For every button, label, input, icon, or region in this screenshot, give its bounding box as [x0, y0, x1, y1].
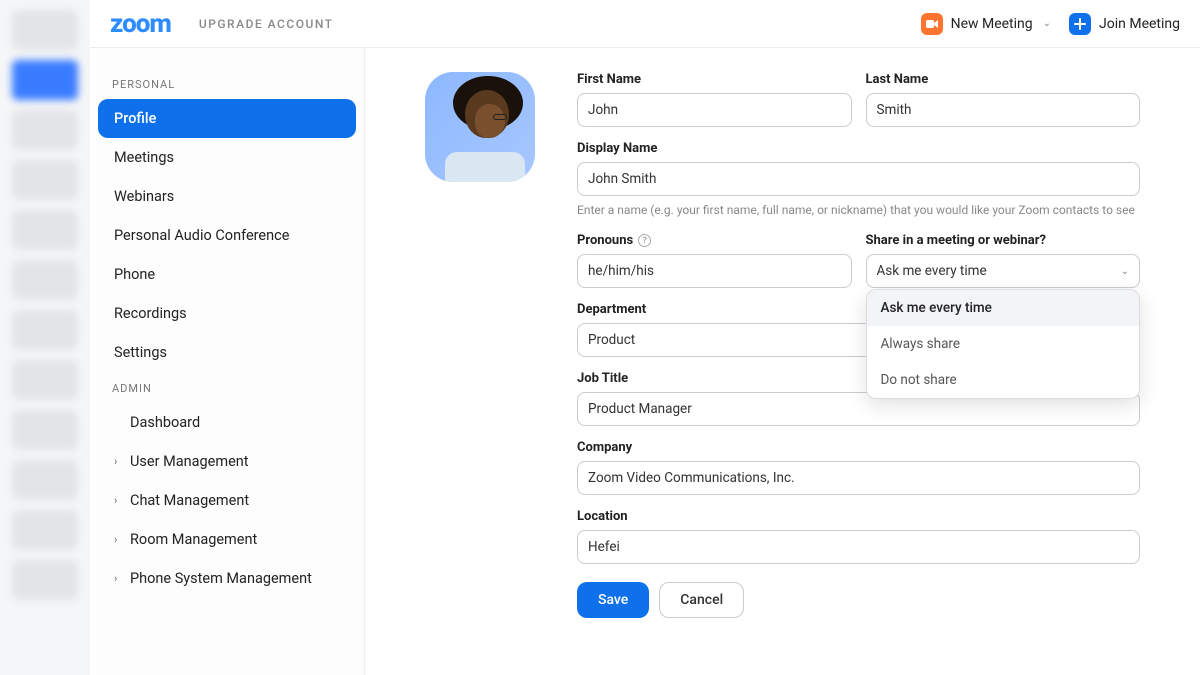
sidebar-item-phone[interactable]: Phone — [98, 255, 356, 294]
share-option-ask[interactable]: Ask me every time — [867, 290, 1140, 326]
cancel-button[interactable]: Cancel — [659, 582, 744, 618]
sidebar: PERSONAL Profile Meetings Webinars Perso… — [90, 48, 365, 675]
share-label: Share in a meeting or webinar? — [866, 233, 1141, 248]
company-label: Company — [577, 440, 1140, 455]
save-button[interactable]: Save — [577, 582, 649, 618]
share-dropdown: Ask me every time Always share Do not sh… — [866, 289, 1141, 399]
sidebar-item-personal-audio[interactable]: Personal Audio Conference — [98, 216, 356, 255]
first-name-input[interactable] — [577, 93, 852, 127]
display-name-input[interactable] — [577, 162, 1140, 196]
share-option-never[interactable]: Do not share — [867, 362, 1140, 398]
sidebar-item-settings[interactable]: Settings — [98, 333, 356, 372]
company-input[interactable] — [577, 461, 1140, 495]
new-meeting-label: New Meeting — [951, 16, 1033, 32]
chevron-down-icon: ⌄ — [1121, 266, 1129, 277]
last-name-label: Last Name — [866, 72, 1141, 87]
nav-section-personal: PERSONAL — [98, 68, 356, 99]
pronouns-input[interactable] — [577, 254, 852, 288]
sidebar-item-chat-management[interactable]: ›Chat Management — [98, 481, 356, 520]
background-blur — [0, 0, 90, 675]
avatar[interactable] — [425, 72, 535, 182]
chevron-right-icon: › — [114, 455, 124, 468]
sidebar-item-profile[interactable]: Profile — [98, 99, 356, 138]
location-input[interactable] — [577, 530, 1140, 564]
share-selected-value: Ask me every time — [877, 263, 987, 279]
sidebar-item-room-management[interactable]: ›Room Management — [98, 520, 356, 559]
sidebar-item-user-management[interactable]: ›User Management — [98, 442, 356, 481]
first-name-label: First Name — [577, 72, 852, 87]
chevron-right-icon: › — [114, 494, 124, 507]
chevron-right-icon: › — [114, 533, 124, 546]
join-meeting-button[interactable]: Join Meeting — [1069, 13, 1180, 35]
plus-icon — [1069, 13, 1091, 35]
join-meeting-label: Join Meeting — [1099, 16, 1180, 32]
sidebar-item-dashboard[interactable]: Dashboard — [98, 403, 356, 442]
share-select[interactable]: Ask me every time ⌄ — [866, 254, 1141, 288]
zoom-logo: zoom — [110, 9, 171, 39]
profile-form: First Name Last Name Display Name Enter … — [365, 48, 1200, 618]
upgrade-account-link[interactable]: UPGRADE ACCOUNT — [199, 17, 334, 31]
app-header: zoom UPGRADE ACCOUNT New Meeting ⌄ Join … — [90, 0, 1200, 48]
sidebar-item-webinars[interactable]: Webinars — [98, 177, 356, 216]
display-name-hint: Enter a name (e.g. your first name, full… — [577, 202, 1140, 219]
video-icon — [921, 13, 943, 35]
sidebar-item-meetings[interactable]: Meetings — [98, 138, 356, 177]
display-name-label: Display Name — [577, 141, 1140, 156]
share-option-always[interactable]: Always share — [867, 326, 1140, 362]
pronouns-label: Pronouns ? — [577, 233, 852, 248]
sidebar-item-phone-system-management[interactable]: ›Phone System Management — [98, 559, 356, 598]
help-icon[interactable]: ? — [638, 234, 651, 247]
new-meeting-button[interactable]: New Meeting ⌄ — [921, 13, 1051, 35]
chevron-down-icon: ⌄ — [1043, 18, 1051, 29]
location-label: Location — [577, 509, 1140, 524]
last-name-input[interactable] — [866, 93, 1141, 127]
chevron-right-icon: › — [114, 572, 124, 585]
sidebar-item-recordings[interactable]: Recordings — [98, 294, 356, 333]
nav-section-admin: ADMIN — [98, 372, 356, 403]
